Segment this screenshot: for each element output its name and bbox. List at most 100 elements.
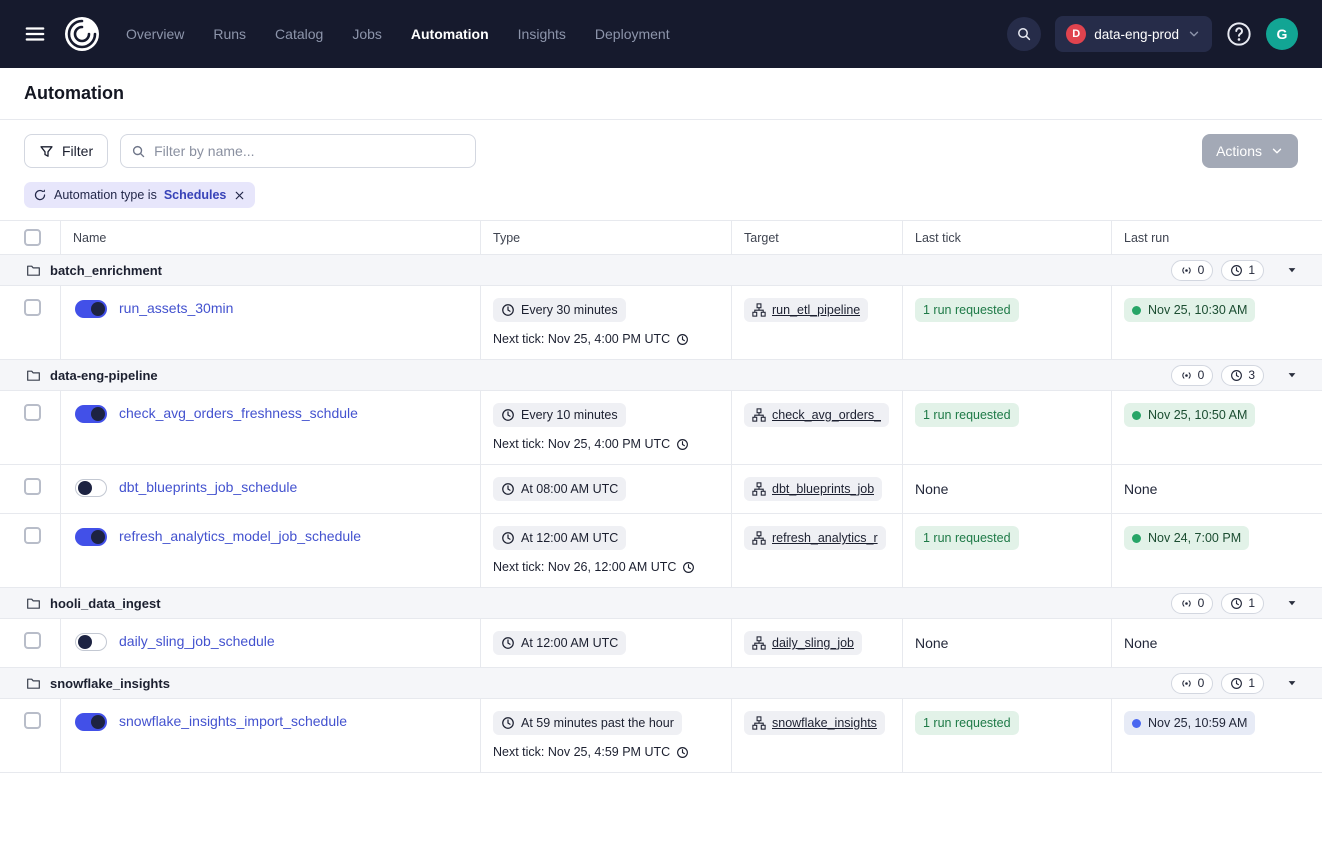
target-name: daily_sling_job: [772, 636, 854, 650]
last-tick-chip[interactable]: 1 run requested: [915, 526, 1019, 550]
schedule-interval-chip[interactable]: At 59 minutes past the hour: [493, 711, 682, 735]
target-chip[interactable]: daily_sling_job: [744, 631, 862, 655]
group-name: hooli_data_ingest: [50, 596, 161, 611]
name-filter-box: [120, 134, 476, 168]
group-name: data-eng-pipeline: [50, 368, 158, 383]
filter-button[interactable]: Filter: [24, 134, 108, 168]
filter-tag-value: Schedules: [164, 188, 227, 202]
last-run-chip[interactable]: Nov 25, 10:50 AM: [1124, 403, 1255, 427]
schedule-name-link[interactable]: check_avg_orders_freshness_schdule: [119, 403, 358, 424]
last-run-chip[interactable]: Nov 24, 7:00 PM: [1124, 526, 1249, 550]
row-checkbox[interactable]: [24, 299, 41, 316]
target-name: check_avg_orders_: [772, 408, 881, 422]
target-chip[interactable]: refresh_analytics_r: [744, 526, 886, 550]
filter-tag-automation-type: Automation type is Schedules: [24, 182, 255, 208]
collapse-group-caret[interactable]: [1286, 264, 1298, 276]
sensor-count-badge: 0: [1171, 593, 1214, 614]
funnel-icon: [39, 144, 54, 159]
schedule-toggle[interactable]: [75, 479, 107, 497]
group-row-data-eng-pipeline[interactable]: data-eng-pipeline 0 3: [0, 360, 1322, 391]
schedule-name-link[interactable]: daily_sling_job_schedule: [119, 631, 275, 652]
schedule-interval-chip[interactable]: At 08:00 AM UTC: [493, 477, 626, 501]
schedule-toggle[interactable]: [75, 713, 107, 731]
group-row-batch-enrichment[interactable]: batch_enrichment 0 1: [0, 255, 1322, 286]
schedule-toggle[interactable]: [75, 528, 107, 546]
graph-icon: [752, 482, 766, 496]
schedule-interval: At 59 minutes past the hour: [521, 716, 674, 730]
page-header: Automation: [0, 68, 1322, 120]
schedule-interval: At 12:00 AM UTC: [521, 636, 618, 650]
run-status-dot: [1132, 306, 1141, 315]
row-checkbox[interactable]: [24, 712, 41, 729]
select-all-checkbox[interactable]: [24, 229, 41, 246]
sensor-icon: [1180, 597, 1193, 610]
graph-icon: [752, 716, 766, 730]
schedule-name-link[interactable]: dbt_blueprints_job_schedule: [119, 477, 297, 498]
run-status-dot: [1132, 411, 1141, 420]
row-checkbox[interactable]: [24, 404, 41, 421]
target-chip[interactable]: run_etl_pipeline: [744, 298, 868, 322]
remove-filter-button[interactable]: [233, 189, 246, 202]
schedule-interval-chip[interactable]: At 12:00 AM UTC: [493, 526, 626, 550]
deployment-switcher[interactable]: D data-eng-prod: [1055, 16, 1212, 52]
group-row-snowflake-insights[interactable]: snowflake_insights 0 1: [0, 668, 1322, 699]
schedule-toggle[interactable]: [75, 405, 107, 423]
toolbar: Filter Actions: [0, 120, 1322, 180]
schedule-count-badge: 1: [1221, 673, 1264, 694]
nav-item-automation[interactable]: Automation: [411, 26, 489, 42]
nav-item-runs[interactable]: Runs: [213, 26, 246, 42]
folder-icon: [26, 368, 41, 383]
chevron-down-icon: [1187, 27, 1201, 41]
sensor-count: 0: [1198, 596, 1205, 610]
schedule-count-badge: 1: [1221, 260, 1264, 281]
last-tick-chip[interactable]: 1 run requested: [915, 403, 1019, 427]
target-chip[interactable]: check_avg_orders_: [744, 403, 889, 427]
search-button[interactable]: [1007, 17, 1041, 51]
last-run-chip[interactable]: Nov 25, 10:30 AM: [1124, 298, 1255, 322]
schedule-toggle[interactable]: [75, 300, 107, 318]
schedule-interval-chip[interactable]: At 12:00 AM UTC: [493, 631, 626, 655]
nav-item-deployment[interactable]: Deployment: [595, 26, 670, 42]
nav-item-jobs[interactable]: Jobs: [352, 26, 382, 42]
schedule-interval: At 08:00 AM UTC: [521, 482, 618, 496]
last-tick-chip[interactable]: 1 run requested: [915, 711, 1019, 735]
schedule-name-link[interactable]: snowflake_insights_import_schedule: [119, 711, 347, 732]
name-filter-input[interactable]: [154, 143, 465, 159]
target-name: refresh_analytics_r: [772, 531, 878, 545]
target-chip[interactable]: dbt_blueprints_job: [744, 477, 882, 501]
schedule-name-link[interactable]: refresh_analytics_model_job_schedule: [119, 526, 361, 547]
folder-icon: [26, 596, 41, 611]
last-tick-none: None: [915, 635, 948, 651]
dagster-logo-icon[interactable]: [62, 14, 102, 54]
sensor-count-badge: 0: [1171, 260, 1214, 281]
last-tick-chip[interactable]: 1 run requested: [915, 298, 1019, 322]
help-icon[interactable]: [1226, 21, 1252, 47]
schedule-count-badge: 1: [1221, 593, 1264, 614]
collapse-group-caret[interactable]: [1286, 597, 1298, 609]
clock-icon: [501, 482, 515, 496]
target-chip[interactable]: snowflake_insights: [744, 711, 885, 735]
sensor-count: 0: [1198, 263, 1205, 277]
collapse-group-caret[interactable]: [1286, 677, 1298, 689]
collapse-group-caret[interactable]: [1286, 369, 1298, 381]
menu-icon[interactable]: [24, 23, 46, 45]
row-checkbox[interactable]: [24, 478, 41, 495]
nav-item-catalog[interactable]: Catalog: [275, 26, 323, 42]
schedule-interval-chip[interactable]: Every 10 minutes: [493, 403, 626, 427]
actions-button[interactable]: Actions: [1202, 134, 1298, 168]
filter-tag-prefix: Automation type is: [54, 188, 157, 202]
graph-icon: [752, 636, 766, 650]
group-name: batch_enrichment: [50, 263, 162, 278]
nav-item-insights[interactable]: Insights: [518, 26, 566, 42]
next-tick-text: Next tick: Nov 26, 12:00 AM UTC: [493, 559, 676, 575]
schedule-toggle[interactable]: [75, 633, 107, 651]
group-row-hooli-data-ingest[interactable]: hooli_data_ingest 0 1: [0, 588, 1322, 619]
row-checkbox[interactable]: [24, 527, 41, 544]
nav-item-overview[interactable]: Overview: [126, 26, 184, 42]
last-run-chip[interactable]: Nov 25, 10:59 AM: [1124, 711, 1255, 735]
user-avatar[interactable]: G: [1266, 18, 1298, 50]
schedule-interval-chip[interactable]: Every 30 minutes: [493, 298, 626, 322]
next-tick: Next tick: Nov 25, 4:00 PM UTC: [493, 331, 719, 347]
schedule-name-link[interactable]: run_assets_30min: [119, 298, 233, 319]
row-checkbox[interactable]: [24, 632, 41, 649]
